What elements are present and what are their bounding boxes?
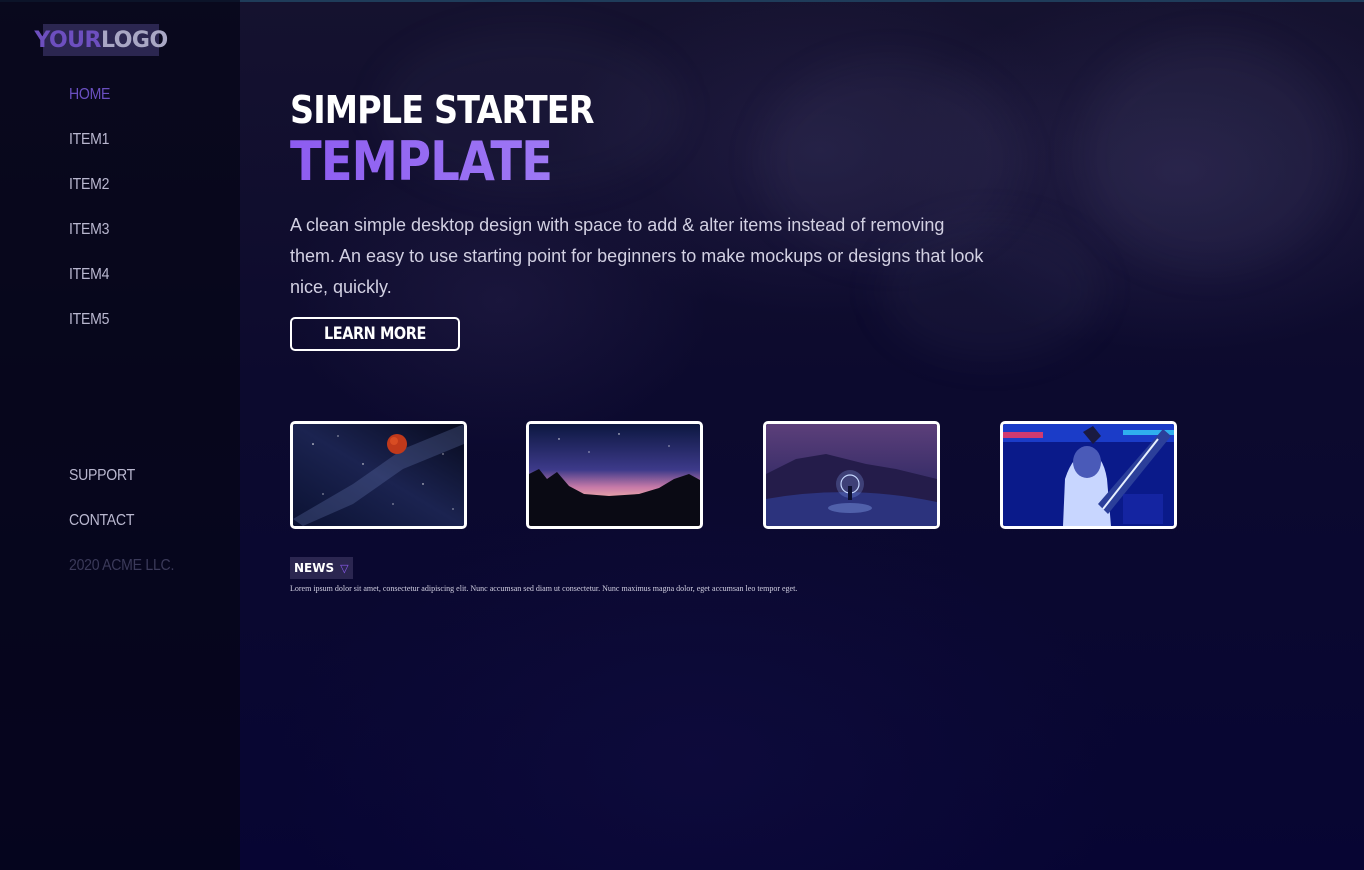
nav-item-contact[interactable]: CONTACT bbox=[69, 512, 174, 557]
nav-item-item2[interactable]: ITEM2 bbox=[69, 176, 110, 221]
logo[interactable]: YOUR LOGO bbox=[34, 24, 168, 56]
page: YOUR LOGO HOME ITEM1 ITEM2 ITEM3 ITEM4 IT… bbox=[0, 0, 1364, 870]
thumbnail-snow-night[interactable] bbox=[763, 421, 940, 529]
logo-part1: YOUR bbox=[34, 27, 101, 53]
nav-item-support[interactable]: SUPPORT bbox=[69, 467, 174, 512]
thumbnail-milky-way[interactable] bbox=[290, 421, 467, 529]
learn-more-button[interactable]: LEARN MORE bbox=[290, 317, 460, 351]
nav-item-item1[interactable]: ITEM1 bbox=[69, 131, 110, 176]
rock-sky-image bbox=[529, 424, 700, 526]
logo-part2: LOGO bbox=[100, 27, 168, 53]
copyright: 2020 ACME LLC. bbox=[69, 557, 175, 574]
nav-item-item3[interactable]: ITEM3 bbox=[69, 221, 110, 266]
sidebar: YOUR LOGO HOME ITEM1 ITEM2 ITEM3 ITEM4 IT… bbox=[0, 0, 240, 870]
learn-more-label: LEARN MORE bbox=[324, 324, 426, 344]
nav-item-home[interactable]: HOME bbox=[69, 86, 110, 131]
bg-smoke bbox=[1080, 40, 1340, 270]
hero-title-line2: TEMPLATE bbox=[290, 132, 587, 192]
snow-night-image bbox=[766, 424, 937, 526]
nav-item-item5[interactable]: ITEM5 bbox=[69, 311, 110, 356]
hero-title: SIMPLE STARTER TEMPLATE bbox=[290, 88, 635, 192]
secondary-nav: SUPPORT CONTACT 2020 ACME LLC. bbox=[69, 467, 188, 602]
milky-way-image bbox=[293, 424, 464, 526]
chevron-down-icon: ▽ bbox=[340, 561, 349, 575]
news-label: NEWS bbox=[294, 561, 335, 575]
news-text: Lorem ipsum dolor sit amet, consectetur … bbox=[290, 584, 798, 593]
main-nav: HOME ITEM1 ITEM2 ITEM3 ITEM4 ITEM5 bbox=[69, 86, 116, 356]
hero-description: A clean simple desktop design with space… bbox=[290, 215, 984, 297]
thumbnail-rock-sky[interactable] bbox=[526, 421, 703, 529]
news-badge[interactable]: NEWS ▽ bbox=[290, 557, 353, 579]
nav-item-item4[interactable]: ITEM4 bbox=[69, 266, 110, 311]
guitar-person-image bbox=[1003, 424, 1174, 526]
hero-title-line1: SIMPLE STARTER bbox=[290, 88, 594, 132]
thumbnail-guitar-person[interactable] bbox=[1000, 421, 1177, 529]
